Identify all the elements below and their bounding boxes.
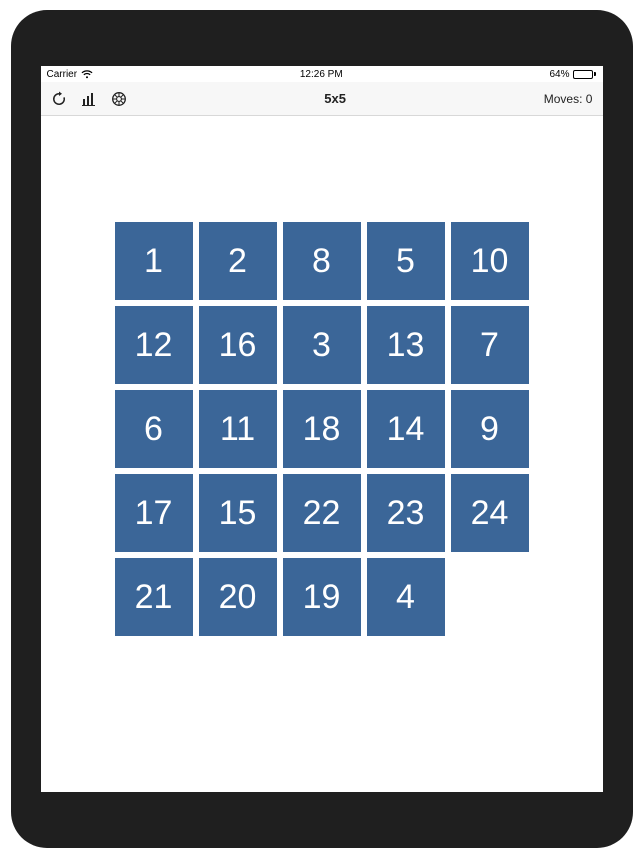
puzzle-tile[interactable]: 22 (283, 474, 361, 552)
nav-bar: 5x5 Moves: 0 (41, 82, 603, 116)
battery-icon (573, 70, 596, 79)
moves-counter: Moves: 0 (544, 92, 593, 106)
puzzle-tile[interactable]: 1 (115, 222, 193, 300)
status-bar: Carrier 12:26 PM 64% (41, 66, 603, 82)
nav-left (51, 91, 127, 107)
screen: Carrier 12:26 PM 64% (41, 66, 603, 792)
puzzle-tile[interactable]: 4 (367, 558, 445, 636)
wifi-icon (81, 70, 93, 79)
status-time: 12:26 PM (300, 69, 343, 80)
puzzle-tile[interactable]: 11 (199, 390, 277, 468)
puzzle-tile[interactable]: 13 (367, 306, 445, 384)
device-frame: Carrier 12:26 PM 64% (11, 10, 633, 848)
puzzle-tile[interactable]: 8 (283, 222, 361, 300)
puzzle-tile[interactable]: 23 (367, 474, 445, 552)
game-content: 128510121631376111814917152223242120194 (41, 116, 603, 792)
puzzle-tile[interactable]: 6 (115, 390, 193, 468)
puzzle-tile[interactable]: 18 (283, 390, 361, 468)
puzzle-tile[interactable]: 7 (451, 306, 529, 384)
puzzle-tile[interactable]: 5 (367, 222, 445, 300)
puzzle-tile[interactable]: 20 (199, 558, 277, 636)
puzzle-tile[interactable]: 14 (367, 390, 445, 468)
puzzle-tile[interactable]: 24 (451, 474, 529, 552)
puzzle-tile[interactable]: 10 (451, 222, 529, 300)
status-left: Carrier (47, 69, 94, 80)
carrier-label: Carrier (47, 69, 78, 80)
puzzle-tile[interactable]: 9 (451, 390, 529, 468)
puzzle-tile[interactable]: 16 (199, 306, 277, 384)
puzzle-tile[interactable]: 21 (115, 558, 193, 636)
battery-percent: 64% (549, 69, 569, 80)
moves-label: Moves: (544, 92, 583, 106)
moves-count: 0 (586, 92, 593, 106)
puzzle-tile[interactable]: 15 (199, 474, 277, 552)
help-icon[interactable] (111, 91, 127, 107)
puzzle-board: 128510121631376111814917152223242120194 (115, 222, 529, 636)
puzzle-tile[interactable]: 2 (199, 222, 277, 300)
puzzle-tile[interactable]: 3 (283, 306, 361, 384)
status-right: 64% (549, 69, 596, 80)
stats-icon[interactable] (81, 91, 97, 107)
page-title: 5x5 (324, 91, 346, 106)
puzzle-tile[interactable]: 12 (115, 306, 193, 384)
puzzle-tile[interactable]: 19 (283, 558, 361, 636)
puzzle-tile[interactable]: 17 (115, 474, 193, 552)
puzzle-tile-empty (451, 558, 529, 636)
refresh-icon[interactable] (51, 91, 67, 107)
